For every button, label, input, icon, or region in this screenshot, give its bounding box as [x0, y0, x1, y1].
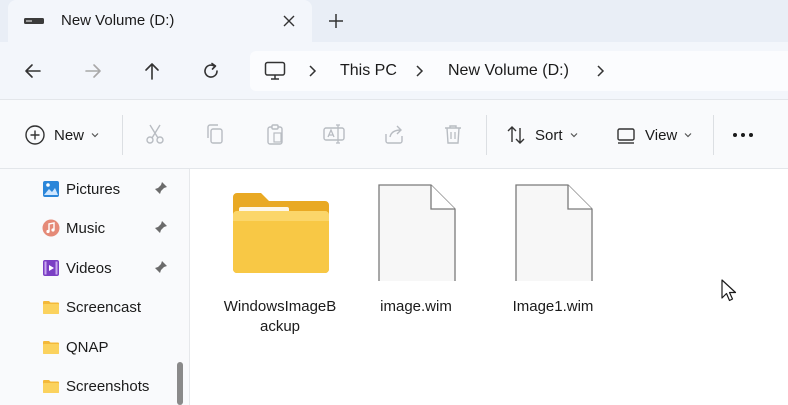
- file-icon: [515, 184, 593, 281]
- chevron-down-icon: [684, 133, 692, 138]
- sort-label: Sort: [535, 126, 563, 144]
- list-item[interactable]: image.wim: [356, 181, 476, 317]
- paste-icon[interactable]: [263, 122, 287, 146]
- sort-icon: [507, 126, 525, 144]
- file-name: image.wim: [380, 298, 452, 315]
- pin-icon[interactable]: [154, 260, 168, 274]
- arrow-left-icon: [25, 64, 41, 78]
- command-bar: New Sort View: [0, 99, 788, 169]
- folder-icon: [43, 301, 59, 314]
- rename-icon[interactable]: [322, 122, 346, 146]
- drive-icon: [24, 18, 44, 24]
- navigation-pane: Pictures Music Videos Screencast QNAP Sc…: [0, 169, 190, 405]
- pin-icon[interactable]: [154, 181, 168, 195]
- scrollbar-thumb[interactable]: [177, 362, 183, 405]
- file-name: WindowsImageBackup: [223, 298, 337, 335]
- folder-icon: [43, 341, 59, 354]
- navigation-bar: This PC New Volume (D:): [0, 42, 788, 99]
- refresh-icon: [204, 62, 218, 78]
- sidebar-item-label: Screenshots: [66, 377, 150, 395]
- tab-new-volume[interactable]: New Volume (D:): [8, 0, 312, 42]
- breadcrumb-this-pc[interactable]: This PC: [340, 62, 397, 80]
- chevron-right-icon[interactable]: [595, 64, 607, 78]
- close-icon[interactable]: [278, 10, 300, 32]
- more-options-icon[interactable]: [731, 127, 755, 143]
- copy-icon[interactable]: [203, 122, 227, 146]
- sidebar-item-music[interactable]: Music: [42, 216, 172, 240]
- sidebar-item-screenshots[interactable]: Screenshots: [42, 374, 172, 398]
- cut-icon[interactable]: [143, 122, 167, 146]
- divider: [122, 115, 123, 155]
- share-icon[interactable]: [382, 122, 406, 146]
- pin-icon[interactable]: [154, 220, 168, 234]
- mouse-cursor-icon: [721, 279, 737, 302]
- delete-icon[interactable]: [441, 122, 465, 146]
- back-button[interactable]: [17, 55, 49, 87]
- folder-icon: [233, 193, 329, 273]
- sidebar-item-label: Videos: [66, 259, 112, 277]
- chevron-down-icon: [91, 133, 99, 138]
- file-list: WindowsImageBackup image.wim Image1.wim: [191, 169, 788, 405]
- chevron-right-icon: [309, 65, 317, 77]
- sidebar-item-qnap[interactable]: QNAP: [42, 335, 172, 359]
- videos-icon: [43, 260, 59, 276]
- view-icon: [617, 128, 635, 144]
- up-button[interactable]: [136, 55, 168, 87]
- breadcrumb-new-volume[interactable]: New Volume (D:): [448, 62, 569, 80]
- sidebar-item-label: Pictures: [66, 180, 121, 198]
- new-button[interactable]: New: [24, 120, 100, 150]
- view-label: View: [645, 126, 678, 144]
- tab-title: New Volume (D:): [61, 12, 175, 29]
- list-item[interactable]: WindowsImageBackup: [220, 181, 340, 337]
- file-name: Image1.wim: [512, 298, 594, 315]
- plus-icon[interactable]: [324, 9, 348, 33]
- divider: [713, 115, 714, 155]
- new-label: New: [54, 126, 85, 144]
- arrow-right-icon: [85, 64, 101, 78]
- list-item[interactable]: Image1.wim: [493, 181, 613, 317]
- forward-button[interactable]: [77, 55, 109, 87]
- arrow-up-icon: [145, 63, 159, 80]
- address-bar[interactable]: This PC New Volume (D:): [250, 51, 788, 91]
- music-icon: [42, 219, 60, 237]
- view-button[interactable]: View: [615, 120, 693, 150]
- folder-icon: [43, 380, 59, 393]
- sidebar-item-videos[interactable]: Videos: [42, 256, 172, 280]
- computer-icon: [264, 61, 286, 80]
- sidebar-item-screencast[interactable]: Screencast: [42, 295, 172, 319]
- tab-strip: New Volume (D:): [0, 0, 788, 42]
- refresh-button[interactable]: [195, 55, 227, 87]
- sort-button[interactable]: Sort: [505, 120, 579, 150]
- chevron-down-icon: [570, 133, 577, 138]
- plus-circle-icon: [25, 125, 45, 145]
- sidebar-item-pictures[interactable]: Pictures: [42, 177, 172, 201]
- chevron-right-icon[interactable]: [414, 64, 426, 78]
- pictures-icon: [43, 181, 59, 197]
- divider: [486, 115, 487, 155]
- sidebar-item-label: Screencast: [66, 298, 142, 316]
- sidebar-item-label: Music: [66, 219, 106, 237]
- file-icon: [378, 184, 456, 281]
- sidebar-item-label: QNAP: [66, 338, 109, 356]
